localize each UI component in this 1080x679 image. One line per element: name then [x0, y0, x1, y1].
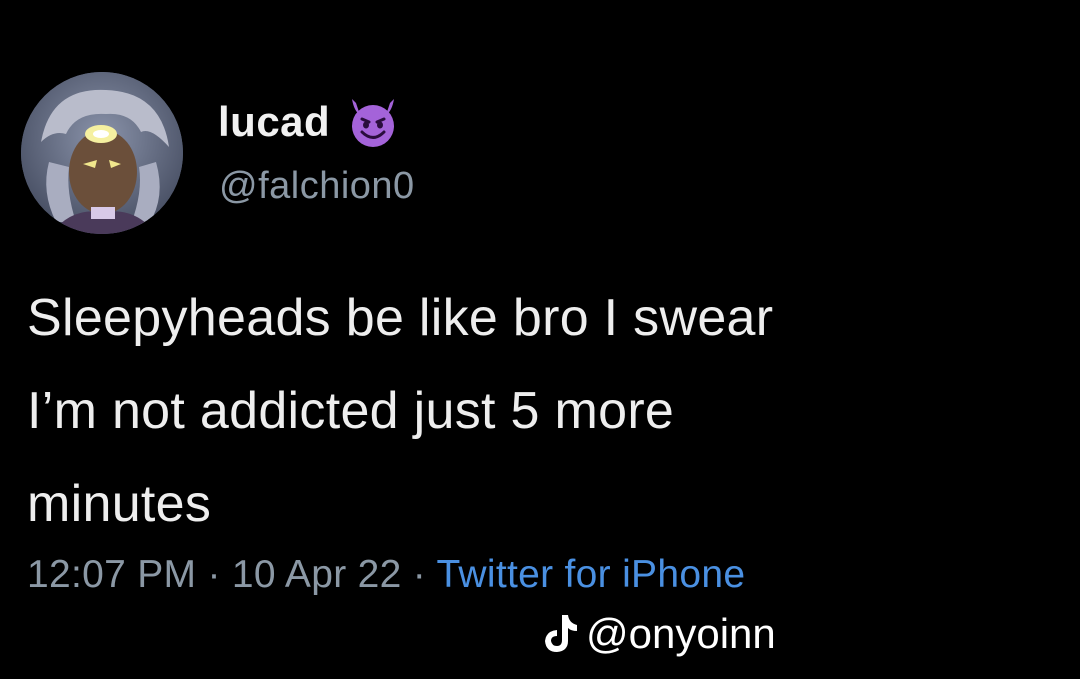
- display-name[interactable]: lucad: [218, 98, 330, 146]
- tiktok-icon: [545, 615, 577, 652]
- separator: ·: [412, 553, 437, 596]
- tweet-text-line: minutes: [27, 475, 212, 533]
- tweet-date[interactable]: 10 Apr 22: [232, 553, 402, 596]
- watermark-user: @onyoinn: [586, 610, 776, 657]
- tweet-source[interactable]: Twitter for iPhone: [436, 553, 745, 596]
- user-handle[interactable]: @falchion0: [219, 165, 415, 208]
- tweet-card: lucad @falchion0 Sleepyheads be like bro…: [0, 0, 1080, 679]
- smiling-devil-emoji-icon: [352, 99, 395, 147]
- tweet-metadata: 12:07 PM · 10 Apr 22 · Twitter for iPhon…: [27, 553, 745, 597]
- tiktok-watermark: @onyoinn: [540, 610, 776, 658]
- avatar-image: [21, 72, 183, 234]
- tweet-text: Sleepyheads be like bro I swear I’m not …: [27, 272, 1067, 551]
- avatar[interactable]: [21, 72, 183, 234]
- tweet-text-line: I’m not addicted just 5 more: [27, 382, 675, 440]
- author-row: lucad: [218, 94, 402, 150]
- separator: ·: [207, 553, 232, 596]
- tweet-time[interactable]: 12:07 PM: [27, 553, 196, 596]
- tweet-text-line: Sleepyheads be like bro I swear: [27, 289, 774, 347]
